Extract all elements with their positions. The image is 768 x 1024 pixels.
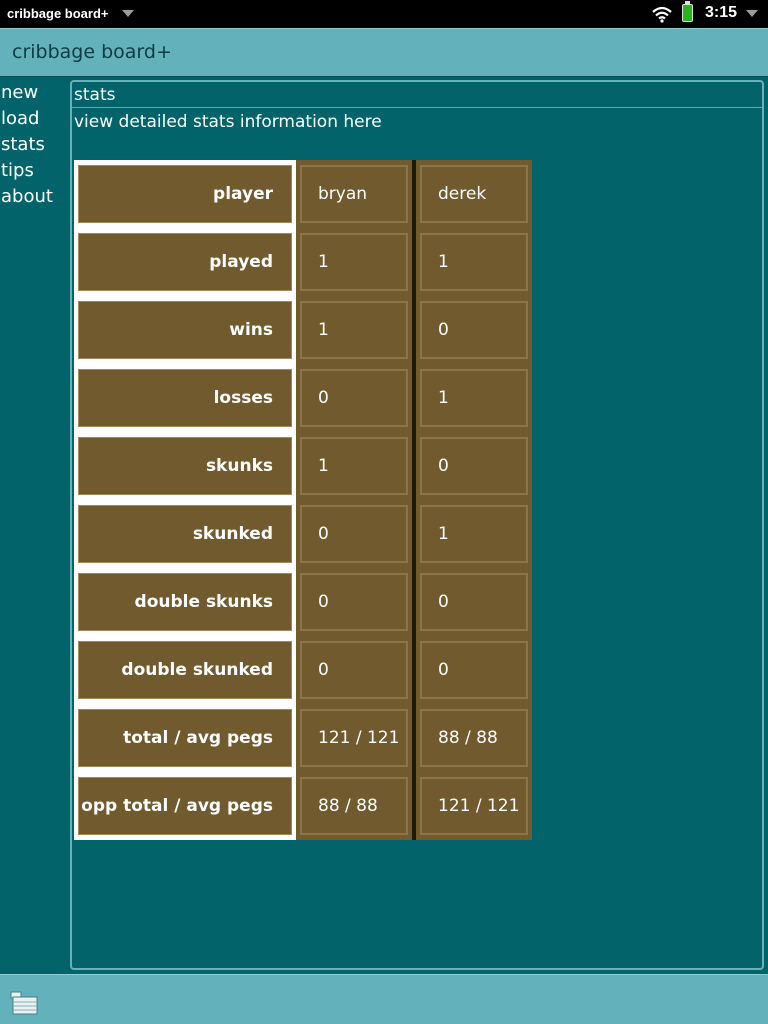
player-b-value: 0 [420,641,528,699]
chevron-down-icon[interactable] [746,10,758,17]
nav-item-new[interactable]: new [0,80,68,106]
nav-item-tips[interactable]: tips [0,158,68,184]
row-label: opp total / avg pegs [78,777,292,835]
row-label: total / avg pegs [78,709,292,767]
wifi-icon [652,6,672,23]
table-row: double skunks 0 0 [74,568,532,636]
player-a-value: 1 [300,233,408,291]
player-b-value: 1 [420,505,528,563]
status-app-name[interactable]: cribbage board+ [7,6,109,21]
player-b-value: 1 [420,233,528,291]
row-label: losses [78,369,292,427]
row-label: played [78,233,292,291]
player-a-value: bryan [300,165,408,223]
nav-item-about[interactable]: about [0,184,68,210]
status-bar: cribbage board+ 3:15 [0,0,768,28]
player-b-value: 0 [420,573,528,631]
player-a-value: 0 [300,641,408,699]
player-b-value: 0 [420,437,528,495]
bottom-bar [0,974,768,1024]
player-a-value: 0 [300,369,408,427]
app-menu-icon[interactable] [10,991,38,1015]
player-a-value: 0 [300,573,408,631]
row-label: double skunked [78,641,292,699]
row-label: skunks [78,437,292,495]
table-row: skunks 1 0 [74,432,532,500]
row-label: skunked [78,505,292,563]
status-clock: 3:15 [705,4,738,21]
nav-item-load[interactable]: load [0,106,68,132]
table-row: losses 0 1 [74,364,532,432]
table-row: played 1 1 [74,228,532,296]
table-row: wins 1 0 [74,296,532,364]
chevron-down-icon[interactable] [122,10,134,17]
player-b-value: 121 / 121 [420,777,528,835]
table-row: total / avg pegs 121 / 121 88 / 88 [74,704,532,772]
side-nav: new load stats tips about [0,80,68,210]
player-a-value: 1 [300,437,408,495]
player-b-value: 0 [420,301,528,359]
player-b-value: 1 [420,369,528,427]
nav-item-stats[interactable]: stats [0,132,68,158]
row-label: wins [78,301,292,359]
pane-description: view detailed stats information here [74,112,382,132]
table-row: opp total / avg pegs 88 / 88 121 / 121 [74,772,532,840]
table-row: double skunked 0 0 [74,636,532,704]
player-a-value: 121 / 121 [300,709,408,767]
divider [72,107,762,108]
battery-icon [682,1,693,22]
player-a-value: 1 [300,301,408,359]
row-label: player [78,165,292,223]
page-title: cribbage board+ [12,41,172,63]
table-row: skunked 0 1 [74,500,532,568]
row-label: double skunks [78,573,292,631]
player-b-value: derek [420,165,528,223]
stats-table: player bryan derek played 1 1 wins 1 0 l… [74,160,532,840]
pane-title: stats [74,85,116,105]
app-header: cribbage board+ [0,28,768,77]
player-a-value: 88 / 88 [300,777,408,835]
player-b-value: 88 / 88 [420,709,528,767]
player-a-value: 0 [300,505,408,563]
table-row: player bryan derek [74,160,532,228]
